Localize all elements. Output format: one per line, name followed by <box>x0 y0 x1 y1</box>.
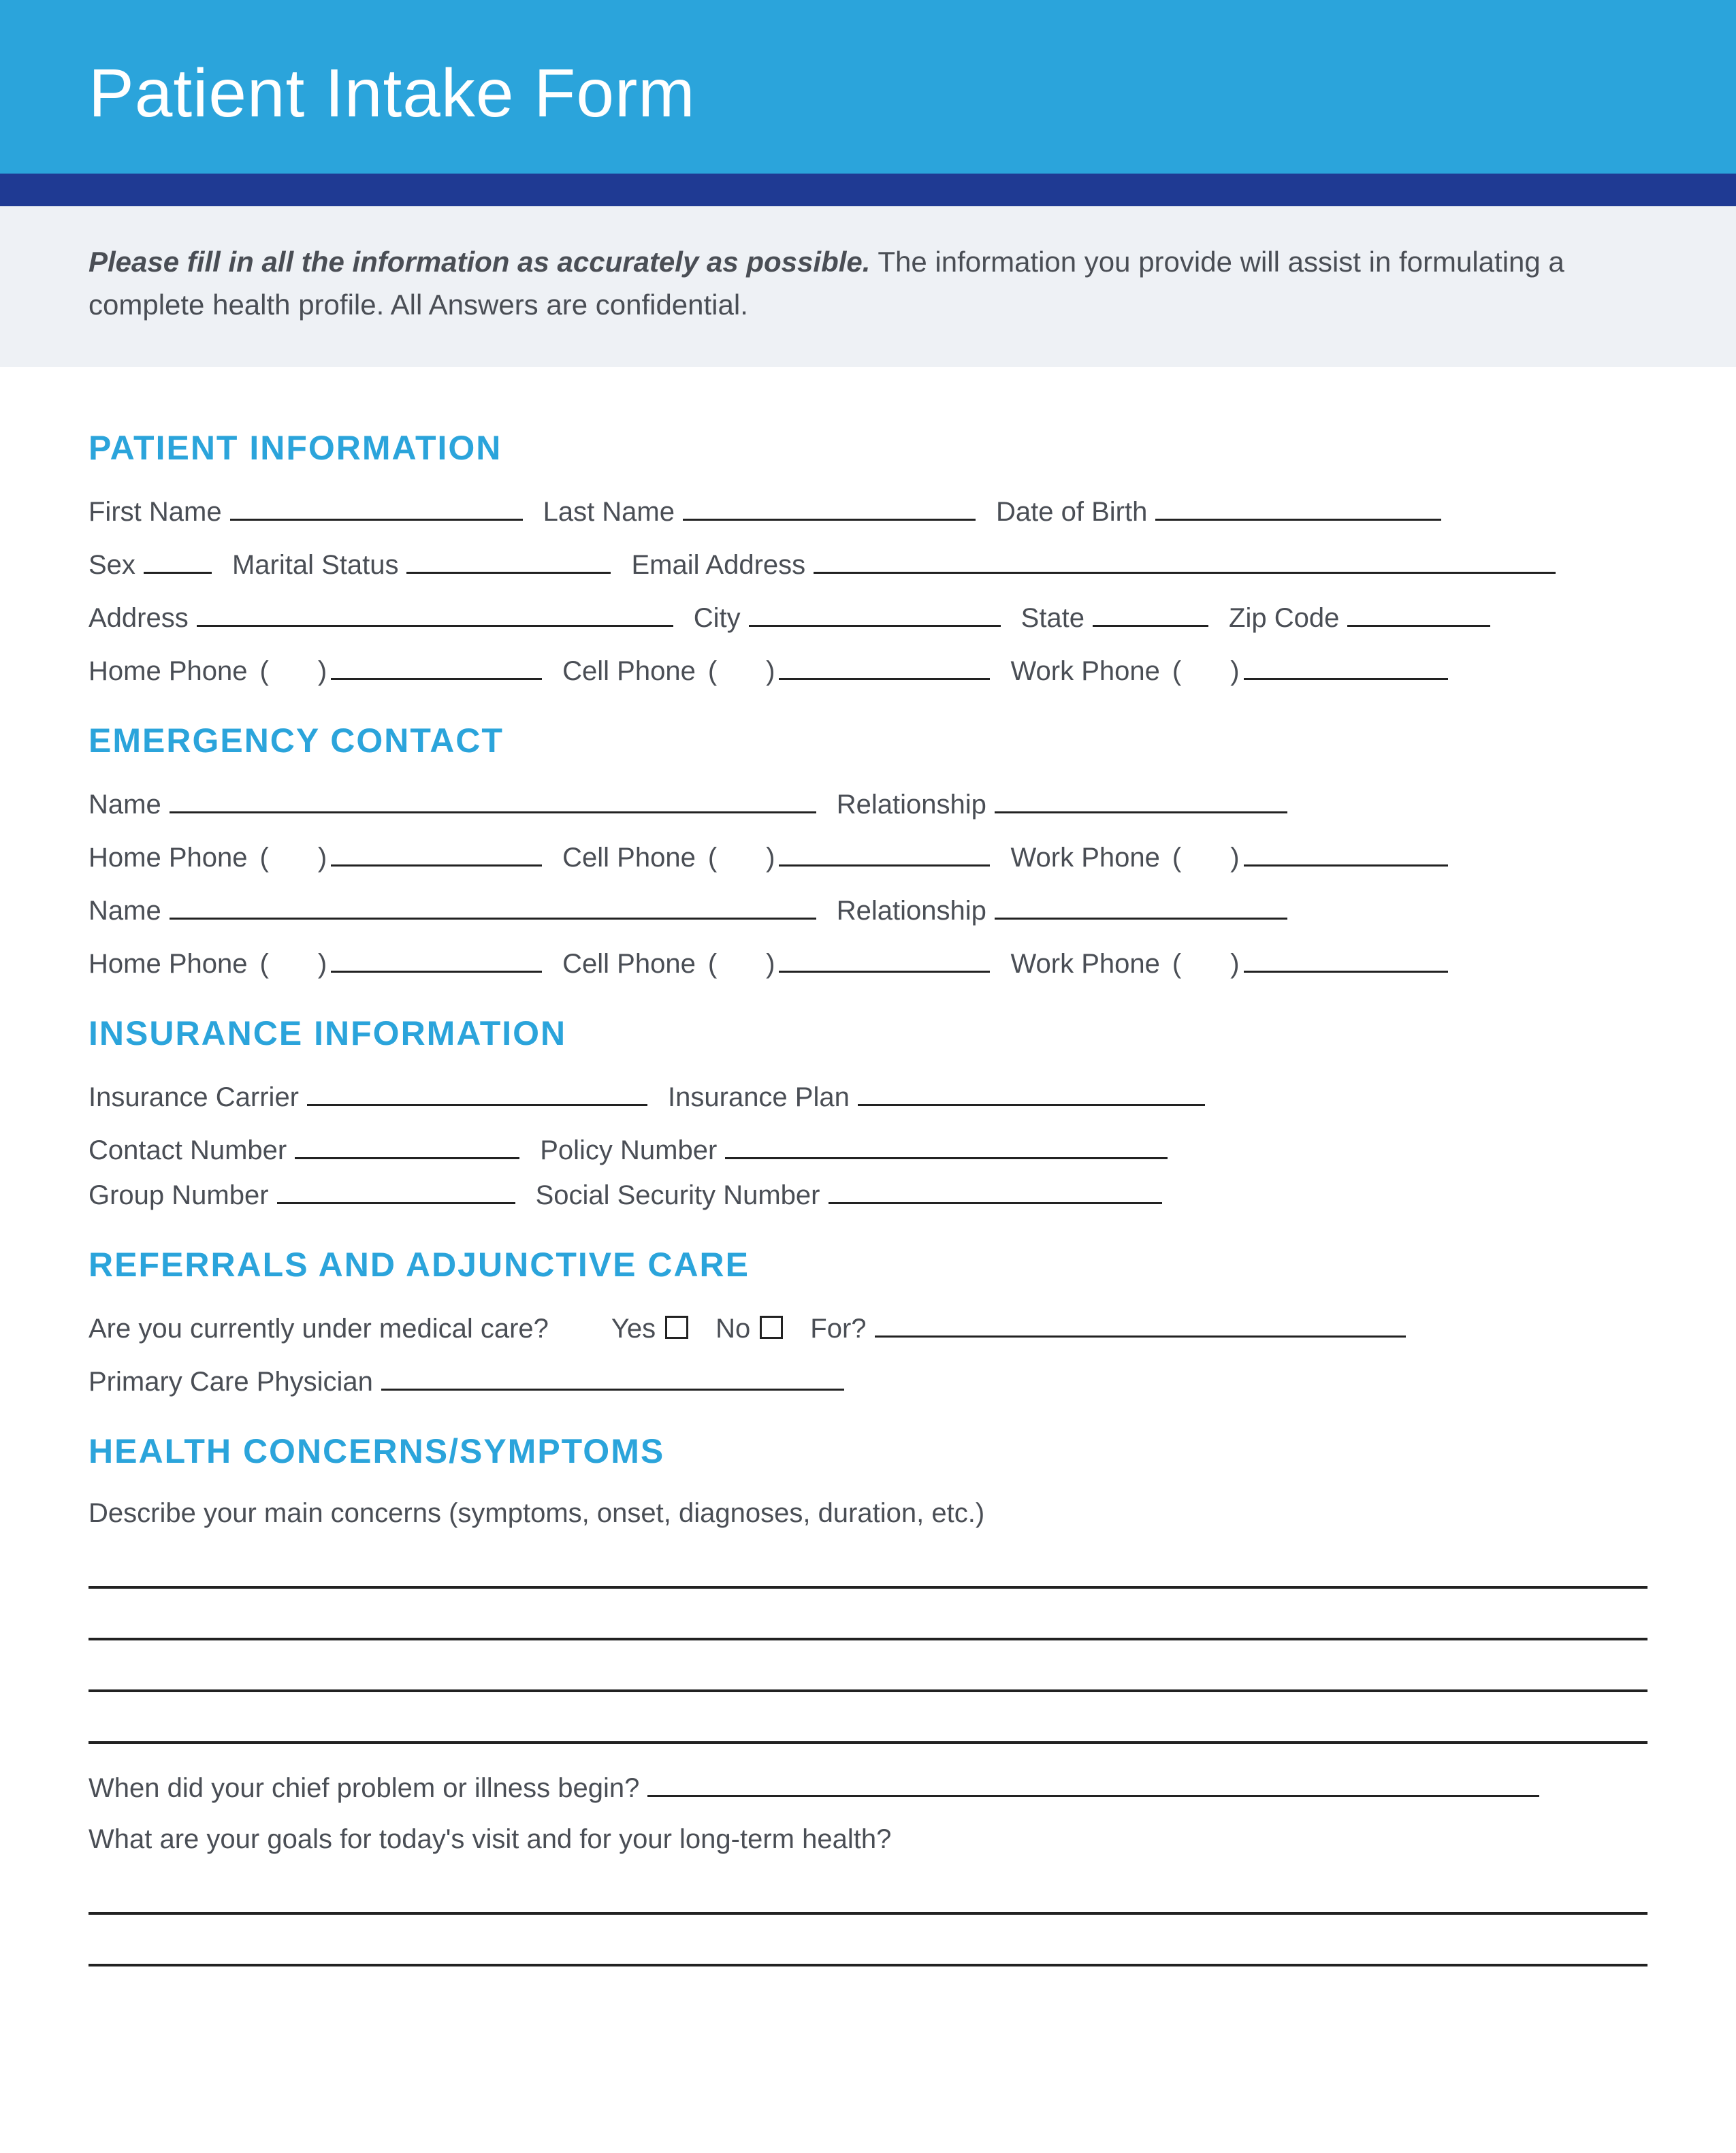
input-when-begin[interactable] <box>647 1771 1539 1797</box>
field-marital[interactable]: Marital Status <box>232 548 611 581</box>
label-email: Email Address <box>631 550 805 581</box>
input-state[interactable] <box>1093 601 1208 627</box>
field-state[interactable]: State <box>1021 601 1208 634</box>
input-city[interactable] <box>749 601 1001 627</box>
input-sex[interactable] <box>144 548 212 574</box>
label-under-care: Are you currently under medical care? <box>89 1314 549 1344</box>
input-dob[interactable] <box>1155 495 1441 521</box>
option-yes[interactable]: Yes <box>611 1314 695 1344</box>
field-plan[interactable]: Insurance Plan <box>668 1080 1205 1113</box>
input-marital[interactable] <box>406 548 611 574</box>
field-email[interactable]: Email Address <box>631 548 1556 581</box>
textarea-concerns[interactable] <box>89 1556 1647 1744</box>
input-home-phone[interactable] <box>331 654 542 680</box>
input-pcp[interactable] <box>381 1365 844 1391</box>
input-for[interactable] <box>875 1312 1406 1338</box>
field-ec2-relationship[interactable]: Relationship <box>837 894 1287 926</box>
input-carrier[interactable] <box>307 1080 647 1106</box>
input-ec2-cell-phone[interactable] <box>779 947 990 973</box>
checkbox-yes[interactable] <box>665 1316 688 1339</box>
label-city: City <box>694 603 741 634</box>
option-no[interactable]: No <box>716 1314 790 1344</box>
input-plan[interactable] <box>858 1080 1205 1106</box>
textarea-goals[interactable] <box>89 1882 1647 1966</box>
field-work-phone[interactable]: Work Phone ( ) <box>1010 654 1447 687</box>
label-sex: Sex <box>89 550 135 581</box>
label-home-phone: Home Phone <box>89 656 247 687</box>
input-ec1-work-phone[interactable] <box>1244 841 1448 867</box>
field-for[interactable]: For? <box>810 1312 1405 1344</box>
intro-bold: Please fill in all the information as ac… <box>89 246 870 278</box>
section-insurance-title: INSURANCE INFORMATION <box>89 1014 1647 1053</box>
section-emergency-title: EMERGENCY CONTACT <box>89 721 1647 760</box>
field-pcp[interactable]: Primary Care Physician <box>89 1365 844 1397</box>
input-work-phone[interactable] <box>1244 654 1448 680</box>
form-header: Patient Intake Form <box>0 0 1736 174</box>
field-home-phone[interactable]: Home Phone ( ) <box>89 654 542 687</box>
label-dob: Date of Birth <box>996 497 1147 528</box>
input-ec1-home-phone[interactable] <box>331 841 542 867</box>
label-goals: What are your goals for today's visit an… <box>89 1824 1647 1855</box>
label-address: Address <box>89 603 189 634</box>
input-last-name[interactable] <box>683 495 976 521</box>
field-first-name[interactable]: First Name <box>89 495 523 528</box>
label-describe: Describe your main concerns (symptoms, o… <box>89 1498 1647 1529</box>
field-ec1-cell-phone[interactable]: Cell Phone () <box>562 841 990 873</box>
label-state: State <box>1021 603 1084 634</box>
input-cell-phone[interactable] <box>779 654 990 680</box>
field-group-number[interactable]: Group Number <box>89 1178 515 1211</box>
label-marital: Marital Status <box>232 550 399 581</box>
field-when-begin[interactable]: When did your chief problem or illness b… <box>89 1771 1539 1804</box>
field-last-name[interactable]: Last Name <box>543 495 976 528</box>
field-ec1-work-phone[interactable]: Work Phone () <box>1010 841 1447 873</box>
section-health-title: HEALTH CONCERNS/SYMPTOMS <box>89 1431 1647 1471</box>
input-address[interactable] <box>197 601 673 627</box>
field-ec2-name[interactable]: Name <box>89 894 816 926</box>
label-zip: Zip Code <box>1229 603 1339 634</box>
field-ec1-relationship[interactable]: Relationship <box>837 788 1287 820</box>
input-ec2-work-phone[interactable] <box>1244 947 1448 973</box>
input-group-number[interactable] <box>277 1178 515 1204</box>
label-ec-name: Name <box>89 790 161 820</box>
label-last-name: Last Name <box>543 497 675 528</box>
field-ssn[interactable]: Social Security Number <box>536 1178 1162 1211</box>
page-title: Patient Intake Form <box>89 54 1647 133</box>
field-ec2-work-phone[interactable]: Work Phone () <box>1010 947 1447 980</box>
input-ec2-relationship[interactable] <box>995 894 1287 920</box>
input-zip[interactable] <box>1347 601 1490 627</box>
input-email[interactable] <box>814 548 1556 574</box>
input-ec2-home-phone[interactable] <box>331 947 542 973</box>
field-address[interactable]: Address <box>89 601 673 634</box>
section-patient-info-title: PATIENT INFORMATION <box>89 428 1647 468</box>
field-cell-phone[interactable]: Cell Phone ( ) <box>562 654 990 687</box>
label-first-name: First Name <box>89 497 222 528</box>
label-cell-phone: Cell Phone <box>562 656 696 687</box>
input-ec2-name[interactable] <box>170 894 816 920</box>
field-ec2-home-phone[interactable]: Home Phone () <box>89 947 542 980</box>
input-contact-number[interactable] <box>295 1133 519 1159</box>
input-ssn[interactable] <box>829 1178 1162 1204</box>
intro-text: Please fill in all the information as ac… <box>0 206 1736 367</box>
input-ec1-cell-phone[interactable] <box>779 841 990 867</box>
field-zip[interactable]: Zip Code <box>1229 601 1490 634</box>
field-city[interactable]: City <box>694 601 1001 634</box>
header-accent-bar <box>0 174 1736 206</box>
field-ec1-home-phone[interactable]: Home Phone () <box>89 841 542 873</box>
input-ec1-relationship[interactable] <box>995 788 1287 813</box>
section-referrals-title: REFERRALS AND ADJUNCTIVE CARE <box>89 1245 1647 1284</box>
checkbox-no[interactable] <box>760 1316 783 1339</box>
field-contact-number[interactable]: Contact Number <box>89 1133 519 1166</box>
input-first-name[interactable] <box>230 495 523 521</box>
field-ec2-cell-phone[interactable]: Cell Phone () <box>562 947 990 980</box>
field-ec1-name[interactable]: Name <box>89 788 816 820</box>
label-work-phone: Work Phone <box>1010 656 1159 687</box>
label-ec-relationship: Relationship <box>837 790 986 820</box>
input-ec1-name[interactable] <box>170 788 816 813</box>
field-carrier[interactable]: Insurance Carrier <box>89 1080 647 1113</box>
input-policy-number[interactable] <box>725 1133 1168 1159</box>
field-policy-number[interactable]: Policy Number <box>540 1133 1168 1166</box>
field-dob[interactable]: Date of Birth <box>996 495 1441 528</box>
field-sex[interactable]: Sex <box>89 548 212 581</box>
